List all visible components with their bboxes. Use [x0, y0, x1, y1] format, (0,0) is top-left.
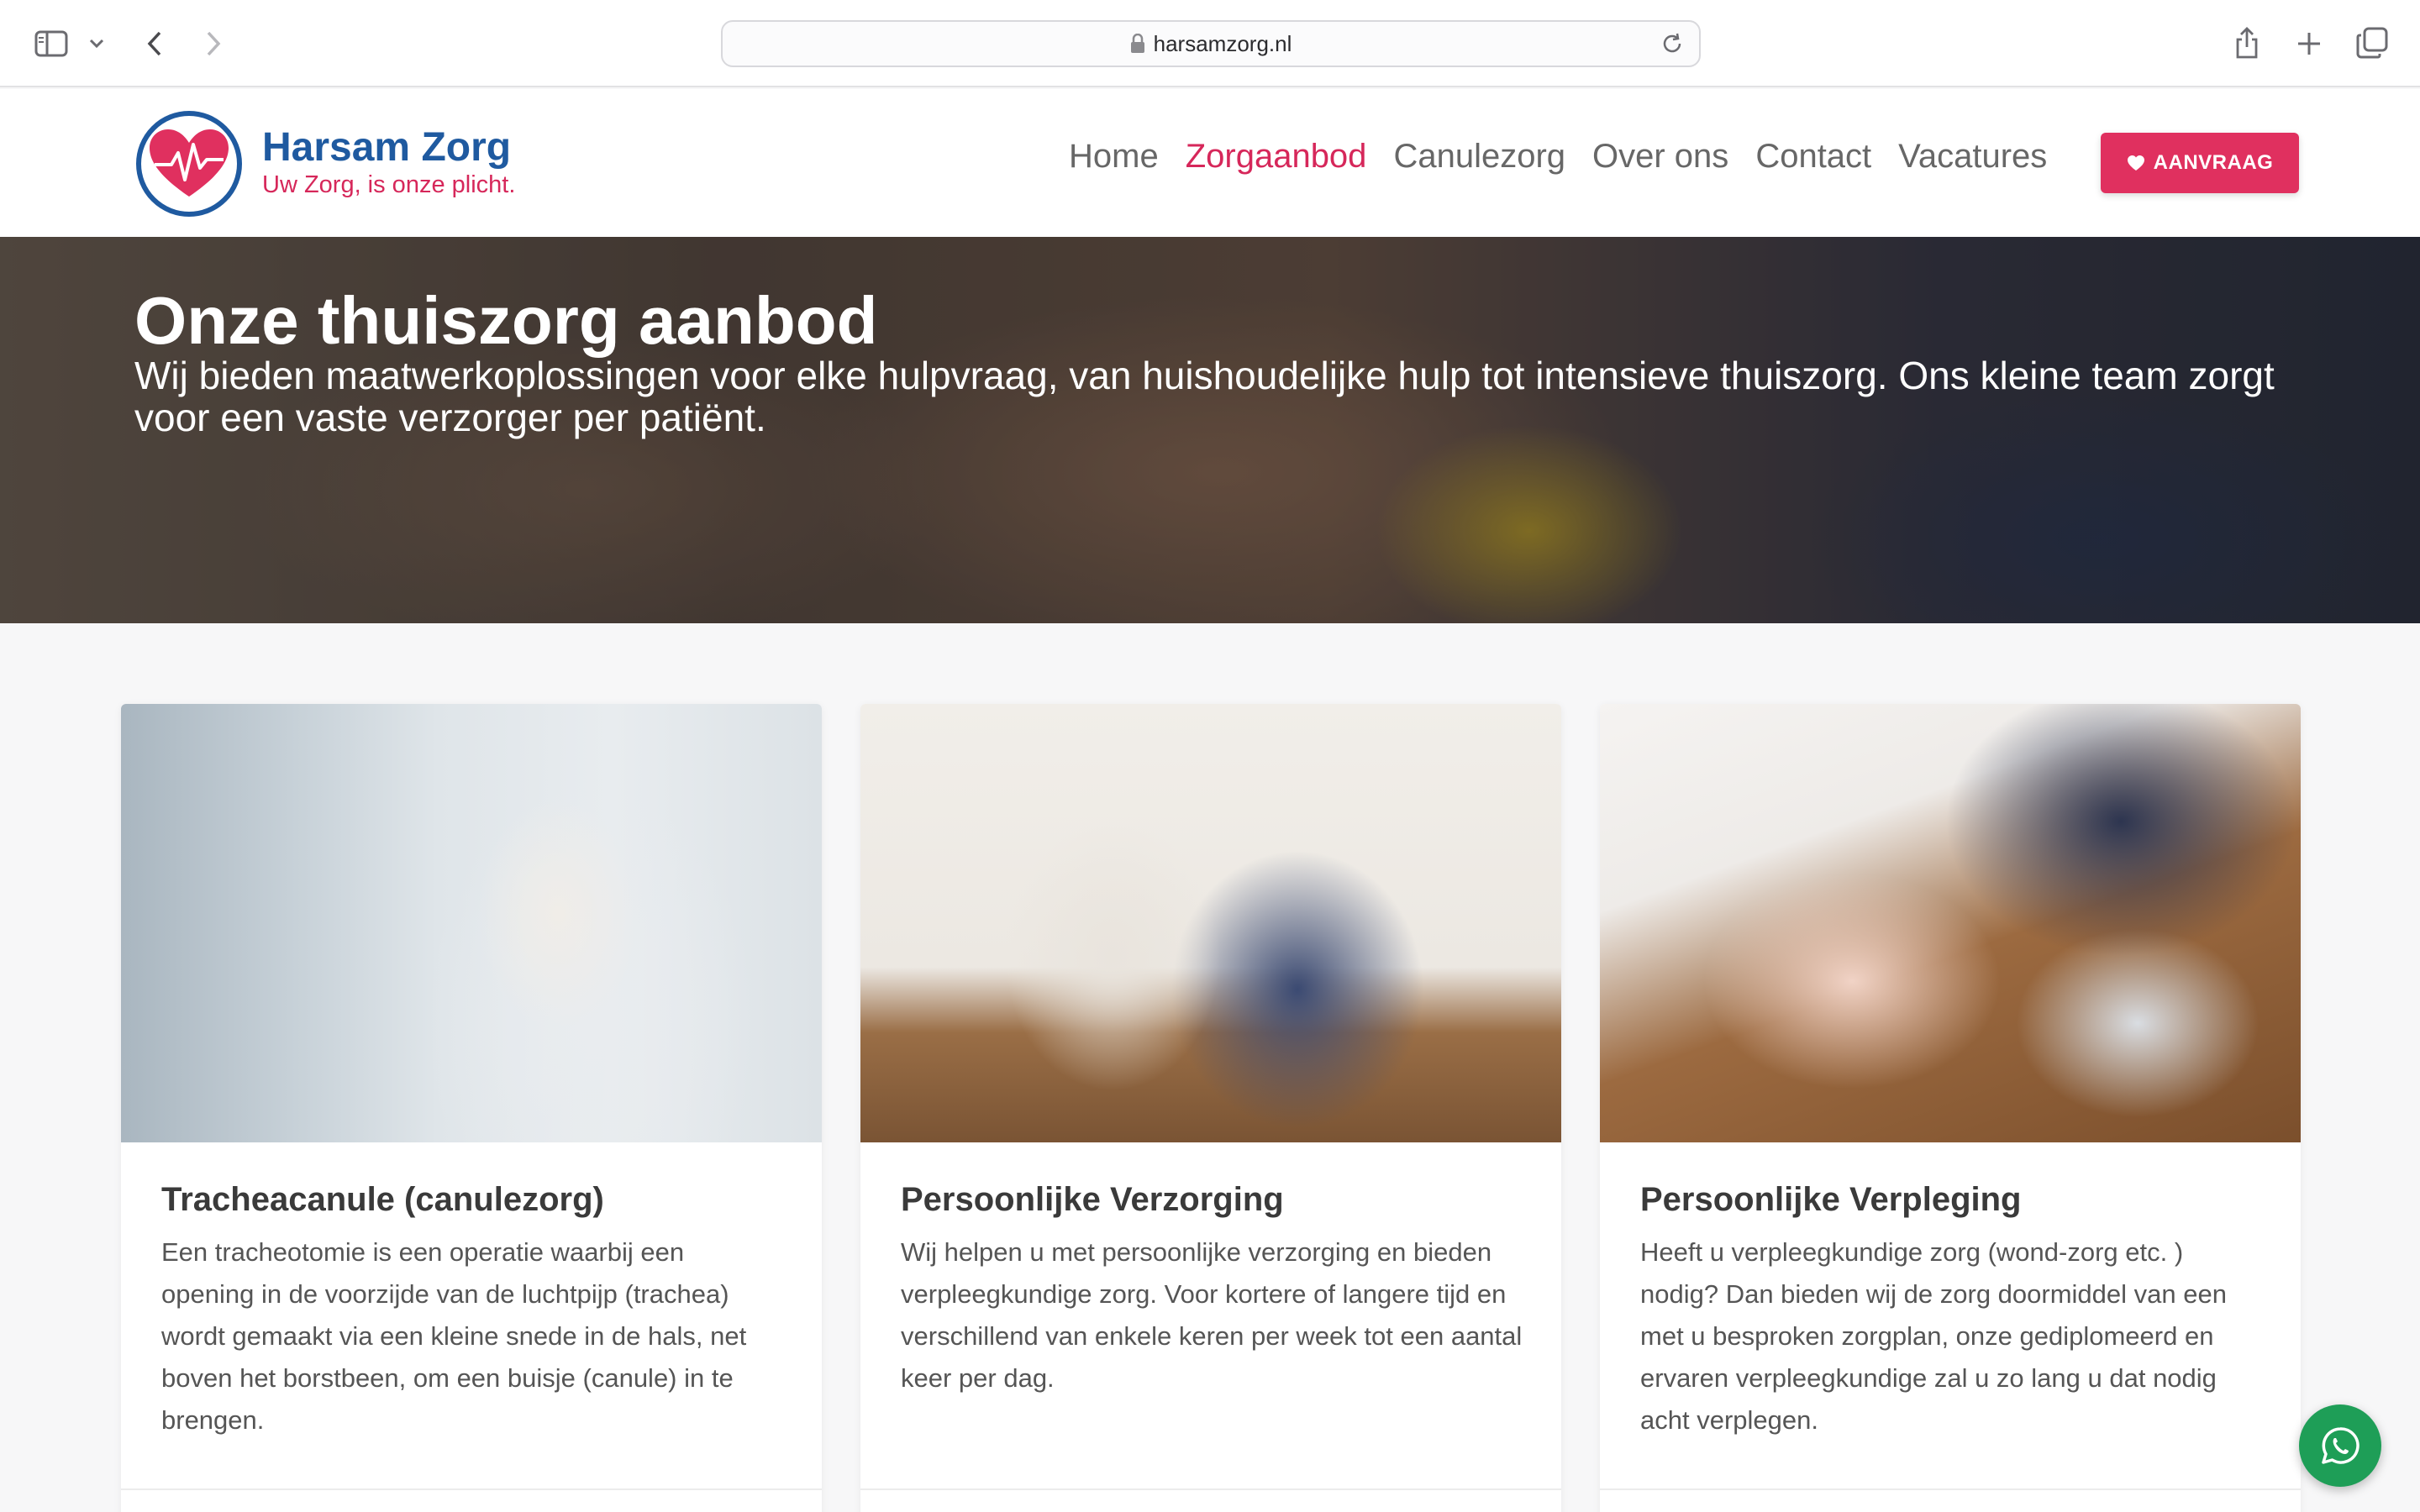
- chevron-right-icon: [207, 31, 221, 56]
- nav-item-zorgaanbod[interactable]: Zorgaanbod: [1186, 138, 1367, 176]
- card-divider: [1600, 1488, 2301, 1490]
- plus-icon: [2298, 33, 2320, 55]
- heart-icon: [2127, 155, 2144, 171]
- hero-subtitle: Wij bieden maatwerkoplossingen voor elke…: [134, 354, 2275, 439]
- service-card-canulezorg[interactable]: Tracheacanule (canulezorg) Een tracheoto…: [121, 704, 822, 1512]
- whatsapp-button[interactable]: [2299, 1404, 2381, 1487]
- aanvraag-label: AANVRAAG: [2153, 151, 2274, 174]
- card-image-caregiver: [860, 704, 1561, 1142]
- site-header: Harsam Zorg Uw Zorg, is onze plicht. Hom…: [0, 89, 2420, 237]
- service-card-persoonlijke-verzorging[interactable]: Persoonlijke Verzorging Wij helpen u met…: [860, 704, 1561, 1512]
- card-image-nurse: [121, 704, 822, 1142]
- lock-icon: [1130, 34, 1144, 53]
- address-bar[interactable]: harsamzorg.nl: [721, 20, 1701, 67]
- card-image-medication: [1600, 704, 2301, 1142]
- nav-item-canulezorg[interactable]: Canulezorg: [1393, 138, 1565, 176]
- brand-name[interactable]: Harsam Zorg: [262, 124, 511, 171]
- whatsapp-icon: [2322, 1427, 2360, 1464]
- card-title: Tracheacanule (canulezorg): [161, 1181, 604, 1218]
- logo-heart-icon[interactable]: [134, 109, 244, 218]
- new-tab-button[interactable]: [2291, 25, 2328, 62]
- back-button[interactable]: [139, 25, 170, 62]
- tabs-icon: [2356, 27, 2388, 59]
- brand-tagline: Uw Zorg, is onze plicht.: [262, 171, 516, 198]
- reload-button[interactable]: [1660, 32, 1684, 60]
- hero-title: Onze thuiszorg aanbod: [134, 283, 878, 358]
- nav-item-vacatures[interactable]: Vacatures: [1898, 138, 2047, 176]
- browser-toolbar: harsamzorg.nl: [0, 0, 2420, 87]
- url-text: harsamzorg.nl: [1153, 30, 1292, 56]
- share-icon: [2236, 27, 2258, 59]
- card-divider: [860, 1488, 1561, 1490]
- main-nav: Home Zorgaanbod Canulezorg Over ons Cont…: [1069, 138, 2047, 176]
- forward-button[interactable]: [198, 25, 229, 62]
- nav-item-home[interactable]: Home: [1069, 138, 1159, 176]
- reload-icon: [1663, 33, 1681, 53]
- card-divider: [121, 1488, 822, 1490]
- hero-banner: Onze thuiszorg aanbod Wij bieden maatwer…: [0, 237, 2420, 623]
- sidebar-icon: [34, 30, 68, 57]
- chevron-down-icon: [89, 39, 104, 49]
- sidebar-toggle-button[interactable]: [30, 25, 72, 62]
- nav-item-contact[interactable]: Contact: [1755, 138, 1871, 176]
- nav-item-over-ons[interactable]: Over ons: [1592, 138, 1728, 176]
- share-button[interactable]: [2228, 22, 2265, 64]
- card-text: Een tracheotomie is een operatie waarbij…: [161, 1237, 747, 1435]
- sidebar-menu-button[interactable]: [86, 30, 108, 57]
- card-text: Heeft u verpleegkundige zorg (wond-zorg …: [1640, 1237, 2227, 1435]
- service-card-persoonlijke-verpleging[interactable]: Persoonlijke Verpleging Heeft u verpleeg…: [1600, 704, 2301, 1512]
- card-title: Persoonlijke Verpleging: [1640, 1181, 2022, 1218]
- tab-overview-button[interactable]: [2353, 24, 2391, 62]
- card-text: Wij helpen u met persoonlijke verzorging…: [901, 1237, 1523, 1393]
- card-title: Persoonlijke Verzorging: [901, 1181, 1284, 1218]
- chevron-left-icon: [147, 31, 161, 56]
- aanvraag-button[interactable]: AANVRAAG: [2101, 133, 2299, 193]
